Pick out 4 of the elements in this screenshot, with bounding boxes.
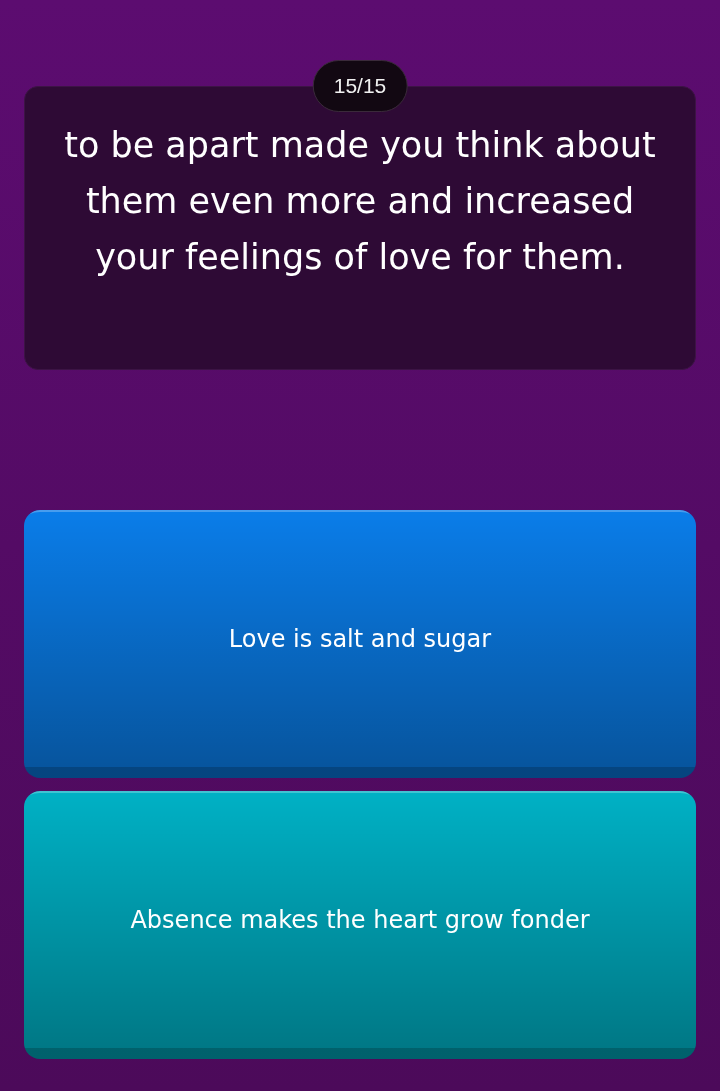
answer-button[interactable]: Absence makes the heart grow fonder (24, 791, 696, 1059)
question-text: to be apart made you think about them even more and increased your feelings of love for them. (63, 124, 657, 279)
answer-button[interactable]: Love is salt and sugar (24, 510, 696, 778)
question-counter: 15/15 (312, 60, 408, 112)
